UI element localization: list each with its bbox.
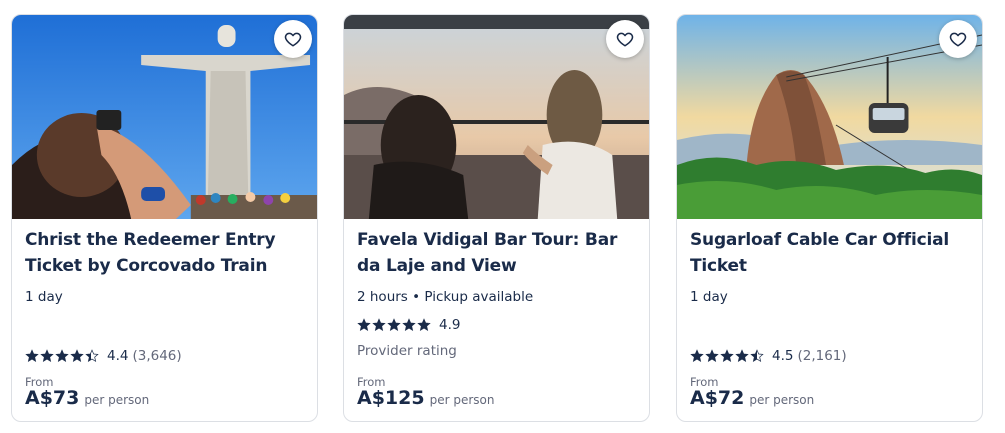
review-count: (3,646) <box>132 348 182 364</box>
price-value: A$73 <box>25 387 80 409</box>
star-icon <box>750 349 764 362</box>
activity-title[interactable]: Christ the Redeemer Entry Ticket by Corc… <box>25 227 305 279</box>
star-icon <box>70 349 84 362</box>
price-per-person: per person <box>84 393 150 407</box>
wishlist-button[interactable] <box>274 20 312 58</box>
star-icon <box>735 349 749 362</box>
rating-row: 4.5 (2,161) <box>690 348 847 364</box>
activity-card-sugarloaf[interactable]: Sugarloaf Cable Car Official Ticket 1 da… <box>676 14 983 422</box>
activity-card-favela-vidigal[interactable]: Favela Vidigal Bar Tour: Bar da Laje and… <box>343 14 650 422</box>
rating-row: 4.4 (3,646) <box>25 348 182 364</box>
star-icon <box>85 349 99 362</box>
price-row: A$125 per person <box>357 387 494 409</box>
star-icon <box>40 349 54 362</box>
star-icon <box>705 349 719 362</box>
activity-title[interactable]: Favela Vidigal Bar Tour: Bar da Laje and… <box>357 227 637 279</box>
wishlist-button[interactable] <box>606 20 644 58</box>
rating-value: 4.9 <box>439 317 461 333</box>
review-count: (2,161) <box>797 348 847 364</box>
price-per-person: per person <box>749 393 815 407</box>
rating-value: 4.4 <box>107 348 129 364</box>
star-rating <box>25 349 99 363</box>
star-icon <box>55 349 69 362</box>
wishlist-button[interactable] <box>939 20 977 58</box>
rating-row: 4.9 <box>357 317 464 333</box>
star-rating <box>357 318 431 332</box>
star-icon <box>417 318 431 331</box>
provider-rating-label: Provider rating <box>357 343 457 359</box>
price-value: A$125 <box>357 387 425 409</box>
heart-outline-icon <box>284 32 302 47</box>
rating-value: 4.5 <box>772 348 794 364</box>
star-icon <box>25 349 39 362</box>
price-per-person: per person <box>429 393 495 407</box>
star-icon <box>357 318 371 331</box>
star-rating <box>690 349 764 363</box>
star-icon <box>387 318 401 331</box>
activity-duration: 1 day <box>25 289 63 305</box>
activity-duration-pickup: 2 hours • Pickup available <box>357 289 534 305</box>
star-icon <box>372 318 386 331</box>
activity-photo-favela-vidigal[interactable] <box>344 15 649 219</box>
star-icon <box>720 349 734 362</box>
heart-outline-icon <box>616 32 634 47</box>
heart-outline-icon <box>949 32 967 47</box>
activity-photo-sugarloaf[interactable] <box>677 15 982 219</box>
activity-duration: 1 day <box>690 289 728 305</box>
activity-title[interactable]: Sugarloaf Cable Car Official Ticket <box>690 227 970 279</box>
price-value: A$72 <box>690 387 745 409</box>
star-icon <box>402 318 416 331</box>
price-row: A$72 per person <box>690 387 814 409</box>
price-row: A$73 per person <box>25 387 149 409</box>
activity-photo-christ-redeemer[interactable] <box>12 15 317 219</box>
star-icon <box>690 349 704 362</box>
activity-card-christ-redeemer[interactable]: Christ the Redeemer Entry Ticket by Corc… <box>11 14 318 422</box>
